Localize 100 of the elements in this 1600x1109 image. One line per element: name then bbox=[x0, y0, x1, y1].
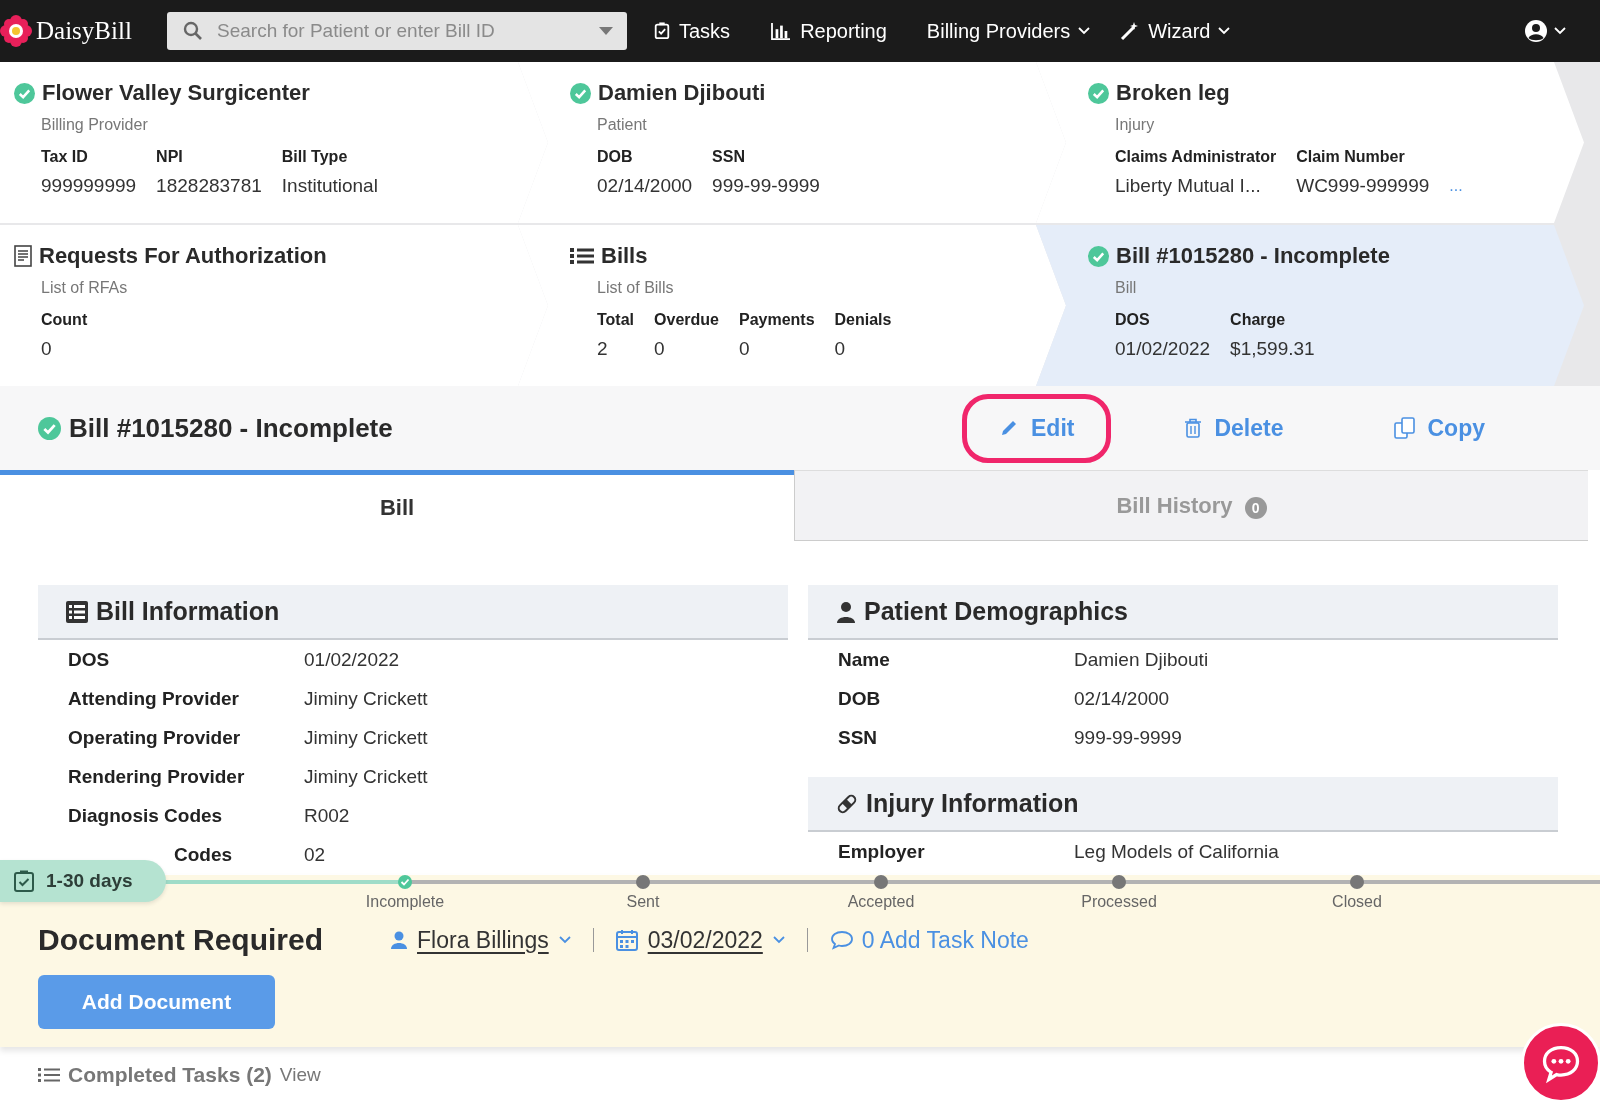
row-label: Name bbox=[838, 648, 891, 671]
field-value: WC999-999999 bbox=[1296, 175, 1430, 197]
row-label: Employer bbox=[838, 840, 926, 863]
task-title: Document Required bbox=[38, 923, 324, 957]
check-circle-icon bbox=[14, 82, 35, 104]
person-icon bbox=[391, 931, 408, 949]
step-label: Sent bbox=[626, 893, 660, 911]
row-value: 02/14/2000 bbox=[1074, 687, 1170, 710]
trash-icon bbox=[1184, 418, 1203, 438]
check-circle-icon bbox=[570, 82, 591, 104]
step-label: Processed bbox=[1081, 893, 1157, 911]
field-value: 0 bbox=[41, 338, 53, 360]
field-label: Charge bbox=[1230, 311, 1287, 329]
flower-logo-icon bbox=[0, 15, 32, 47]
list-icon bbox=[570, 246, 594, 266]
row-value: Jiminy Crickett bbox=[304, 726, 428, 749]
view-link[interactable]: View bbox=[279, 1064, 321, 1086]
bill-title: Bill #1015280 - Incomplete bbox=[69, 412, 393, 444]
summary-card[interactable]: Bill #1015280 - Incomplete Bill DOS 01/02/2022 Charge $1,599.31 bbox=[1036, 225, 1584, 386]
chevron-down-icon bbox=[772, 936, 785, 944]
field-label: DOB bbox=[597, 148, 634, 166]
count-badge: 0 bbox=[1244, 496, 1267, 519]
card-subtitle: List of RFAs bbox=[41, 279, 129, 297]
row-label: Rendering Provider bbox=[68, 765, 246, 788]
field-label: SSN bbox=[712, 148, 746, 166]
bar-chart-icon bbox=[770, 22, 793, 40]
summary-card[interactable]: Requests For Authorization List of RFAs Count 0 bbox=[0, 225, 548, 386]
field-label: Total bbox=[597, 311, 635, 329]
step-label: Accepted bbox=[847, 893, 915, 911]
row-label: Codes bbox=[173, 843, 234, 866]
card-title: Bill #1015280 - Incomplete bbox=[1116, 243, 1390, 269]
list-icon bbox=[38, 1067, 60, 1083]
field-label: DOS bbox=[1115, 311, 1151, 329]
step-label: Closed bbox=[1332, 893, 1382, 911]
check-circle-icon bbox=[1088, 82, 1109, 104]
user-menu-button[interactable] bbox=[1524, 19, 1566, 43]
step-label: Incomplete bbox=[365, 893, 445, 911]
field-value: 0 bbox=[834, 338, 847, 360]
section-header: Injury Information bbox=[808, 777, 1558, 832]
nav-menu-item[interactable]: Wizard bbox=[1120, 19, 1231, 43]
summary-card[interactable]: Broken leg Injury Claims Administrator Liberty Mutual I... Claim Number WC999-999999 ... bbox=[1036, 62, 1584, 223]
row-label: SSN bbox=[838, 726, 879, 749]
field-value: 0 bbox=[654, 338, 666, 360]
bandage-icon bbox=[836, 792, 858, 815]
timer-badge: 1-30 days bbox=[0, 860, 166, 902]
field-label: NPI bbox=[156, 148, 184, 166]
card-subtitle: Billing Provider bbox=[41, 116, 149, 134]
card-title: Requests For Authorization bbox=[39, 243, 327, 269]
field-value: Liberty Mutual I... bbox=[1115, 175, 1262, 197]
card-title: Flower Valley Surgicenter bbox=[42, 80, 310, 106]
card-subtitle: List of Bills bbox=[597, 279, 675, 297]
check-circle-icon bbox=[38, 416, 61, 440]
clipboard-check-icon bbox=[653, 22, 671, 40]
field-value: 02/14/2000 bbox=[597, 175, 693, 197]
field-value: 999-99-9999 bbox=[712, 175, 820, 197]
pencil-icon bbox=[999, 418, 1019, 438]
card-title: Bills bbox=[601, 243, 648, 269]
summary-card[interactable]: Damien Djibouti Patient DOB 02/14/2000 SSN 999-99-9999 bbox=[518, 62, 1066, 223]
dropdown-caret-icon[interactable] bbox=[599, 27, 613, 35]
summary-card[interactable]: Bills List of Bills Total 2 Overdue 0 Payments 0 Denials 0 bbox=[518, 225, 1066, 386]
nav-menu-item[interactable]: Reporting bbox=[770, 19, 887, 43]
row-label: DOS bbox=[68, 648, 111, 671]
field-label: Tax ID bbox=[41, 148, 89, 166]
nav-menu-item[interactable]: Tasks bbox=[653, 19, 731, 43]
row-label: Diagnosis Codes bbox=[68, 804, 224, 827]
completed-tasks-label: Completed Tasks (2) bbox=[68, 1063, 272, 1087]
row-value: Leg Models of California bbox=[1074, 840, 1279, 863]
chevron-down-icon bbox=[1554, 27, 1566, 35]
row-label: Attending Provider bbox=[68, 687, 240, 710]
field-label: Count bbox=[41, 311, 88, 329]
row-label: Operating Provider bbox=[68, 726, 242, 749]
section-header: Bill Information bbox=[38, 585, 788, 640]
table-icon bbox=[66, 600, 88, 623]
summary-card[interactable]: Flower Valley Surgicenter Billing Provider Tax ID 999999999 NPI 1828283781 Bill Type Institutional bbox=[0, 62, 548, 223]
row-value: R002 bbox=[304, 804, 350, 827]
field-label: Denials bbox=[834, 311, 892, 329]
row-value: 01/02/2022 bbox=[304, 648, 400, 671]
assignee-dropdown[interactable]: Flora Billings bbox=[391, 926, 571, 954]
user-avatar-icon bbox=[1524, 19, 1548, 43]
check-circle-icon bbox=[1088, 245, 1109, 267]
field-value: 0 bbox=[738, 338, 751, 360]
logo-text[interactable]: DaisyBill bbox=[36, 17, 132, 45]
nav-menu-item[interactable]: Billing Providers bbox=[926, 19, 1091, 43]
calendar-icon bbox=[615, 929, 638, 951]
row-label: DOB bbox=[838, 687, 882, 710]
search-bar[interactable]: Search for Patient or enter Bill ID bbox=[167, 12, 627, 50]
chevron-down-icon bbox=[558, 936, 571, 944]
field-value: Institutional bbox=[281, 175, 378, 197]
row-value: Jiminy Crickett bbox=[304, 687, 428, 710]
field-label: Overdue bbox=[654, 311, 719, 329]
speech-bubble-icon bbox=[829, 930, 854, 950]
section-header: Patient Demographics bbox=[808, 585, 1558, 640]
field-value: 2 bbox=[597, 338, 609, 360]
search-field[interactable]: Search for Patient or enter Bill ID bbox=[217, 16, 585, 46]
row-value: Jiminy Crickett bbox=[304, 765, 428, 788]
document-icon bbox=[14, 245, 32, 267]
due-date-dropdown[interactable]: 03/02/2022 bbox=[615, 926, 785, 954]
field-value: $1,599.31 bbox=[1230, 338, 1315, 360]
row-value: 02 bbox=[304, 843, 326, 866]
field-value: 1828283781 bbox=[156, 175, 262, 197]
